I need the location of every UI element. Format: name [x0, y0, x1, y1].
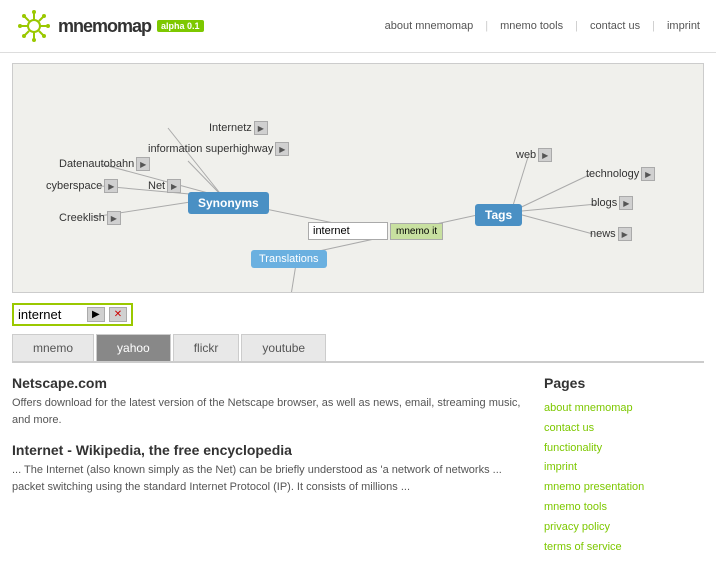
- cyberspace-node: cyberspace ▶: [46, 179, 118, 193]
- search-bar: ▶ ✕: [12, 303, 704, 326]
- web-node: web ▶: [516, 148, 552, 162]
- datenautobahn-label: Datenautobahn: [59, 158, 134, 170]
- info-superhighway-label: information superhighway: [148, 143, 273, 155]
- news-label: news: [590, 228, 616, 240]
- results-area: Netscape.com Offers download for the lat…: [0, 363, 716, 569]
- creeklish-btn[interactable]: ▶: [107, 211, 121, 225]
- logo-icon: [16, 8, 52, 44]
- search-input[interactable]: [18, 307, 83, 322]
- tabs-container: mnemo yahoo flickr youtube: [12, 334, 704, 363]
- sidebar-link-2[interactable]: functionality: [544, 439, 704, 459]
- cyberspace-label: cyberspace: [46, 180, 102, 192]
- result-item-1: Internet - Wikipedia, the free encyclope…: [12, 442, 524, 495]
- internetz-label: Internetz: [209, 122, 252, 134]
- tab-youtube[interactable]: youtube: [241, 334, 326, 361]
- nav-divider1: |: [485, 20, 488, 32]
- result-desc-1: ... The Internet (also known simply as t…: [12, 462, 524, 495]
- web-label: web: [516, 149, 536, 161]
- news-btn[interactable]: ▶: [618, 227, 632, 241]
- synonyms-node: Synonyms: [188, 192, 269, 214]
- net-btn[interactable]: ▶: [167, 179, 181, 193]
- mindmap-container: mnemo it Synonyms Tags Translations Inte…: [12, 63, 704, 293]
- datenautobahn-node: Datenautobahn ▶: [59, 157, 150, 171]
- tags-node: Tags: [475, 204, 522, 226]
- sidebar-link-6[interactable]: privacy policy: [544, 518, 704, 538]
- center-input[interactable]: [308, 222, 388, 240]
- nav-about[interactable]: about mnemomap: [385, 20, 474, 32]
- net-label: Net: [148, 180, 165, 192]
- nav-divider3: |: [652, 20, 655, 32]
- sidebar-link-5[interactable]: mnemo tools: [544, 498, 704, 518]
- mnemo-it-button[interactable]: mnemo it: [390, 223, 443, 240]
- sidebar-link-0[interactable]: about mnemomap: [544, 399, 704, 419]
- search-input-wrapper: ▶ ✕: [12, 303, 133, 326]
- nav-imprint[interactable]: imprint: [667, 20, 700, 32]
- translations-node: Translations: [251, 250, 327, 268]
- blogs-btn[interactable]: ▶: [619, 196, 633, 210]
- center-input-area: mnemo it: [308, 222, 443, 240]
- result-title-1: Internet - Wikipedia, the free encyclope…: [12, 442, 524, 458]
- blogs-label: blogs: [591, 197, 617, 209]
- sidebar-title: Pages: [544, 375, 704, 391]
- tags-label: Tags: [475, 204, 522, 226]
- results-main: Netscape.com Offers download for the lat…: [12, 375, 544, 557]
- technology-label: technology: [586, 168, 639, 180]
- nav-contact[interactable]: contact us: [590, 20, 640, 32]
- logo-area: mnemomap alpha 0.1: [16, 8, 204, 44]
- creeklish-node: Creeklish ▶: [59, 211, 121, 225]
- info-superhighway-node: information superhighway ▶: [148, 142, 289, 156]
- result-desc-0: Offers download for the latest version o…: [12, 395, 524, 428]
- nav-divider2: |: [575, 20, 578, 32]
- nav-tools[interactable]: mnemo tools: [500, 20, 563, 32]
- web-btn[interactable]: ▶: [538, 148, 552, 162]
- info-superhighway-btn[interactable]: ▶: [275, 142, 289, 156]
- search-close-btn[interactable]: ✕: [109, 307, 127, 322]
- technology-btn[interactable]: ▶: [641, 167, 655, 181]
- results-sidebar: Pages about mnemomap contact us function…: [544, 375, 704, 557]
- creeklish-label: Creeklish: [59, 212, 105, 224]
- news-node: news ▶: [590, 227, 632, 241]
- header: mnemomap alpha 0.1 about mnemomap | mnem…: [0, 0, 716, 53]
- tab-mnemo[interactable]: mnemo: [12, 334, 94, 361]
- translations-label: Translations: [251, 250, 327, 268]
- cyberspace-btn[interactable]: ▶: [104, 179, 118, 193]
- result-title-0: Netscape.com: [12, 375, 524, 391]
- technology-node: technology ▶: [586, 167, 655, 181]
- search-arrow-btn[interactable]: ▶: [87, 307, 105, 322]
- blogs-node: blogs ▶: [591, 196, 633, 210]
- synonyms-label: Synonyms: [188, 192, 269, 214]
- sidebar-link-3[interactable]: imprint: [544, 458, 704, 478]
- result-item-0: Netscape.com Offers download for the lat…: [12, 375, 524, 428]
- tab-flickr[interactable]: flickr: [173, 334, 240, 361]
- internetz-node: Internetz ▶: [209, 121, 268, 135]
- sidebar-link-1[interactable]: contact us: [544, 419, 704, 439]
- internetz-btn[interactable]: ▶: [254, 121, 268, 135]
- sidebar-link-4[interactable]: mnemo presentation: [544, 478, 704, 498]
- logo-text: mnemomap: [58, 16, 151, 37]
- net-node: Net ▶: [148, 179, 181, 193]
- datenautobahn-btn[interactable]: ▶: [136, 157, 150, 171]
- sidebar-link-7[interactable]: terms of service: [544, 538, 704, 558]
- alpha-badge: alpha 0.1: [157, 20, 204, 32]
- tab-yahoo[interactable]: yahoo: [96, 334, 171, 361]
- nav-links: about mnemomap | mnemo tools | contact u…: [385, 20, 700, 32]
